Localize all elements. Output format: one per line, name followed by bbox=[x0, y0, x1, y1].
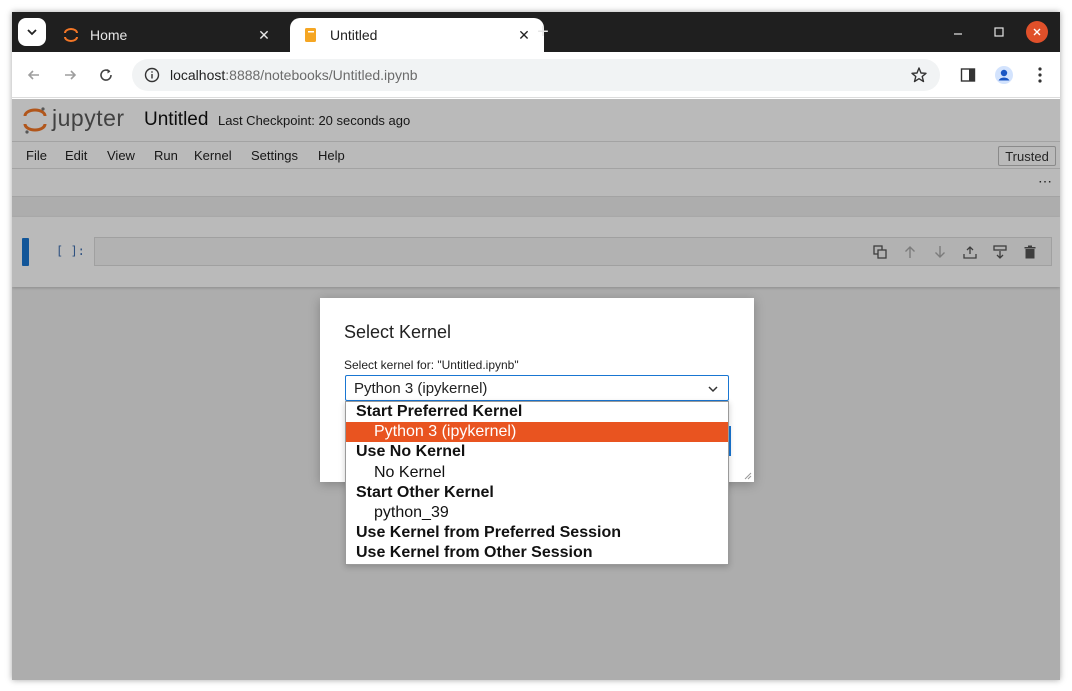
close-icon[interactable]: ✕ bbox=[256, 27, 272, 43]
kebab-menu-icon[interactable] bbox=[1028, 63, 1052, 87]
dropdown-group-no-kernel: Use No Kernel bbox=[356, 443, 466, 461]
dropdown-group-preferred-session: Use Kernel from Preferred Session bbox=[356, 524, 621, 542]
reload-icon[interactable] bbox=[94, 63, 118, 87]
close-icon[interactable]: ✕ bbox=[516, 27, 532, 43]
dropdown-option-python39[interactable]: python_39 bbox=[346, 503, 728, 523]
profile-icon[interactable] bbox=[992, 63, 1016, 87]
tab-strip: Home ✕ Untitled ✕ + bbox=[12, 12, 1060, 52]
notebook-icon bbox=[302, 26, 320, 44]
tab-home[interactable]: Home ✕ bbox=[50, 18, 284, 52]
resize-grip-icon[interactable] bbox=[742, 470, 752, 480]
maximize-icon[interactable] bbox=[987, 20, 1011, 44]
minimize-icon[interactable] bbox=[946, 20, 970, 44]
tab-title: Home bbox=[90, 27, 128, 43]
tab-untitled[interactable]: Untitled ✕ bbox=[290, 18, 544, 52]
dropdown-group-start-other: Start Other Kernel bbox=[356, 483, 494, 501]
tab-search-button[interactable] bbox=[18, 18, 46, 46]
dialog-title: Select Kernel bbox=[344, 322, 452, 342]
chevron-down-icon bbox=[27, 29, 37, 36]
window-close-icon[interactable] bbox=[1026, 21, 1048, 43]
info-icon[interactable] bbox=[136, 59, 168, 91]
kernel-dropdown-list: Start Preferred Kernel Python 3 (ipykern… bbox=[345, 401, 729, 565]
star-icon[interactable] bbox=[908, 64, 930, 86]
dropdown-option-python3[interactable]: Python 3 (ipykernel) bbox=[346, 422, 728, 443]
kernel-select-label: Select kernel for: "Untitled.ipynb" bbox=[344, 358, 519, 372]
select-button-edge[interactable] bbox=[729, 426, 731, 456]
dropdown-option-no-kernel[interactable]: No Kernel bbox=[346, 463, 728, 483]
chevron-down-icon bbox=[708, 386, 718, 393]
jupyter-icon bbox=[62, 26, 80, 44]
back-arrow-icon[interactable] bbox=[22, 63, 46, 87]
kernel-select[interactable]: Python 3 (ipykernel) bbox=[345, 375, 729, 401]
address-bar[interactable]: localhost:8888/notebooks/Untitled.ipynb bbox=[132, 59, 940, 91]
kernel-select-value: Python 3 (ipykernel) bbox=[354, 379, 488, 397]
dropdown-group-start-preferred: Start Preferred Kernel bbox=[356, 403, 523, 420]
tab-title: Untitled bbox=[330, 27, 378, 43]
browser-toolbar: localhost:8888/notebooks/Untitled.ipynb bbox=[12, 52, 1060, 98]
forward-arrow-icon[interactable] bbox=[58, 63, 82, 87]
url-text: localhost:8888/notebooks/Untitled.ipynb bbox=[170, 67, 418, 83]
new-tab-button[interactable]: + bbox=[532, 21, 554, 43]
dropdown-group-other-session: Use Kernel from Other Session bbox=[356, 544, 593, 562]
browser-window: Home ✕ Untitled ✕ + localhost:8888/noteb… bbox=[12, 12, 1060, 680]
side-panel-icon[interactable] bbox=[956, 63, 980, 87]
